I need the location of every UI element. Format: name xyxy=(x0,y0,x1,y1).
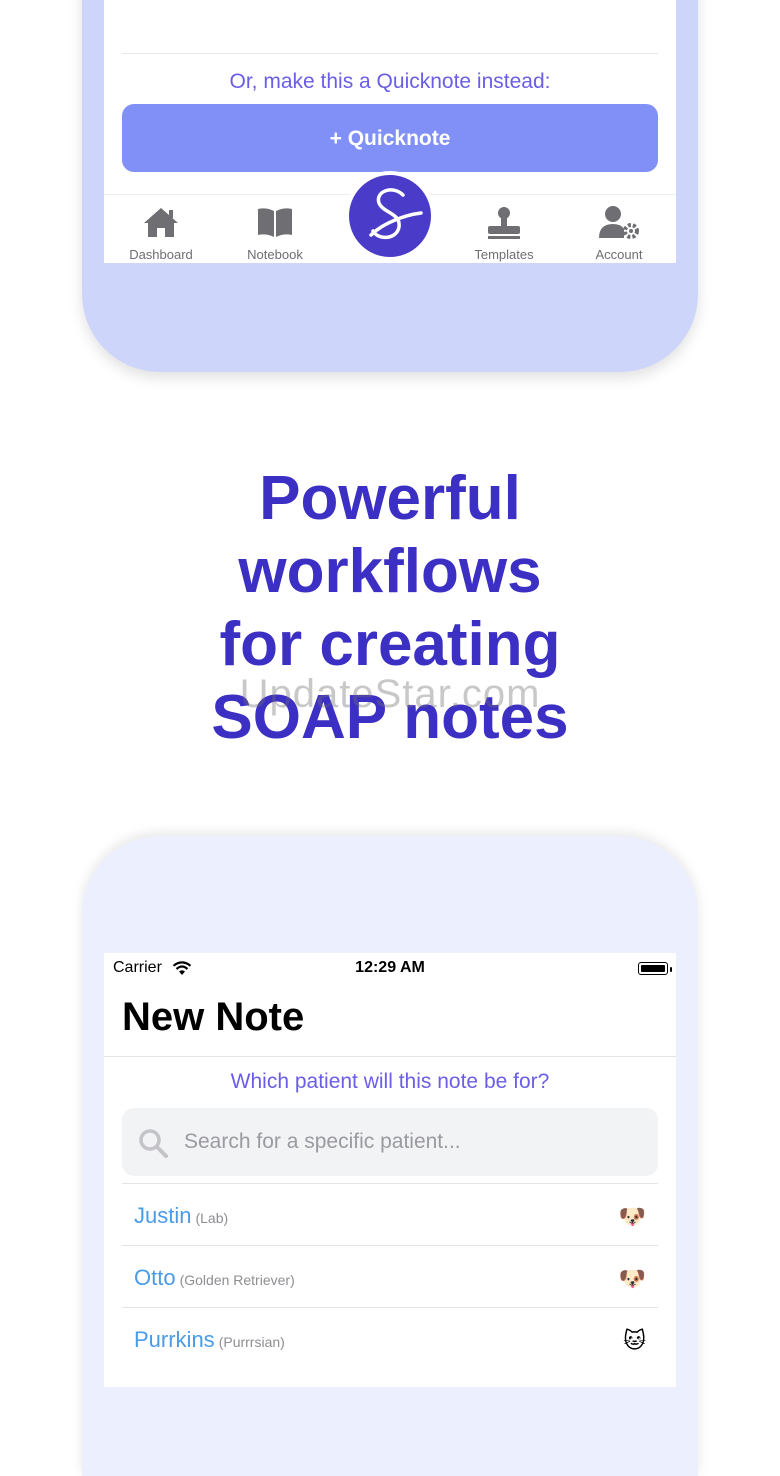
quicknote-prompt: Or, make this a Quicknote instead: xyxy=(229,70,551,93)
headline-line: workflows xyxy=(238,537,542,606)
search-icon xyxy=(138,1128,168,1163)
tab-notebook[interactable]: Notebook xyxy=(220,195,330,263)
headline-line: for creating xyxy=(219,610,561,679)
stamp-icon xyxy=(449,205,559,239)
dog-icon: 🐶 xyxy=(618,1266,646,1291)
home-icon xyxy=(106,205,216,239)
bottom-phone-screen: Carrier 12:29 AM New Note Which patient … xyxy=(104,953,676,1387)
battery-tip xyxy=(670,967,672,972)
patient-list: Justin (Lab) 🐶 Otto (Golden Retriever) 🐶 P… xyxy=(122,1183,658,1369)
tab-label: Account xyxy=(595,247,643,262)
book-icon xyxy=(220,205,330,239)
dog-icon: 🐶 xyxy=(618,1204,646,1229)
patient-breed: (Lab) xyxy=(195,1210,229,1226)
divider xyxy=(104,1056,676,1057)
patient-breed: (Purrrsian) xyxy=(218,1334,285,1350)
watermark: UpdateStar.com xyxy=(239,672,541,716)
tab-templates[interactable]: Templates xyxy=(449,195,559,263)
top-phone-screen: Or, make this a Quicknote instead: + Qui… xyxy=(104,0,676,263)
tab-label: Templates xyxy=(474,247,534,262)
patient-row-otto[interactable]: Otto (Golden Retriever) 🐶 xyxy=(122,1245,658,1307)
headline-line: Powerful xyxy=(259,464,521,533)
tab-dashboard[interactable]: Dashboard xyxy=(106,195,216,263)
patient-name-wrap: Justin (Lab) xyxy=(134,1203,228,1229)
tab-label: Dashboard xyxy=(129,247,193,262)
patient-name-wrap: Purrkins (Purrrsian) xyxy=(134,1327,285,1353)
tab-label: Notebook xyxy=(247,247,303,262)
tab-account[interactable]: Account xyxy=(564,195,674,263)
cat-icon: 🐱 xyxy=(623,1328,646,1353)
tab-bar: Dashboard Notebook Templates Account xyxy=(104,171,676,263)
battery-icon xyxy=(638,962,668,975)
status-time: 12:29 AM xyxy=(355,959,425,976)
patient-breed: (Golden Retriever) xyxy=(179,1272,295,1288)
patient-name-wrap: Otto (Golden Retriever) xyxy=(134,1265,295,1291)
new-note-center-button[interactable] xyxy=(345,171,435,261)
patient-row-purrkins[interactable]: Purrkins (Purrrsian) 🐱 xyxy=(122,1307,658,1369)
user-gear-icon xyxy=(564,205,674,239)
patient-name: Purrkins xyxy=(134,1327,215,1352)
patient-question: Which patient will this note be for? xyxy=(230,1070,550,1093)
status-bar: Carrier 12:29 AM xyxy=(104,959,676,981)
script-s-logo-icon xyxy=(369,188,423,240)
quicknote-button[interactable]: + Quicknote xyxy=(122,104,658,172)
search-input[interactable] xyxy=(184,1108,644,1176)
search-bar xyxy=(122,1108,658,1176)
patient-row-justin[interactable]: Justin (Lab) 🐶 xyxy=(122,1183,658,1245)
patient-name: Justin xyxy=(134,1203,192,1228)
page-title: New Note xyxy=(122,995,305,1039)
patient-name: Otto xyxy=(134,1265,176,1290)
divider xyxy=(122,53,658,54)
